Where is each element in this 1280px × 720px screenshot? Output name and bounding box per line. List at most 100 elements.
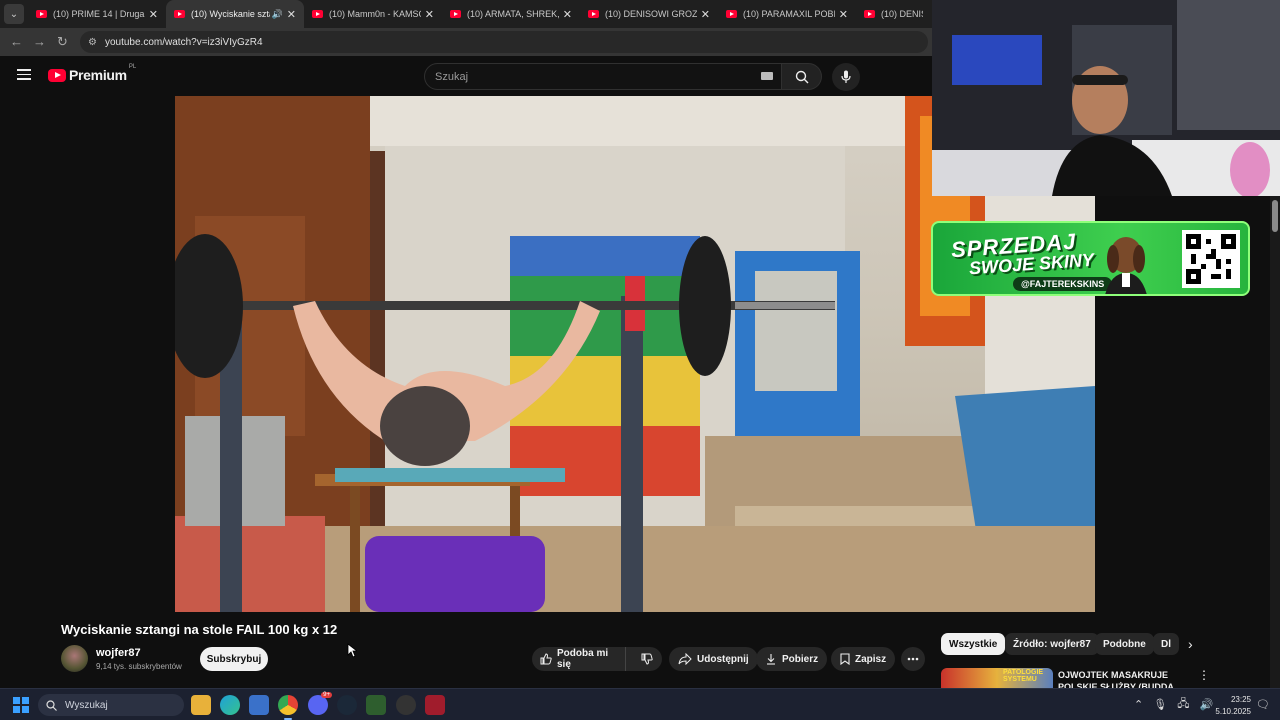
- share-icon: [678, 653, 692, 665]
- game-launcher-icon[interactable]: [425, 695, 445, 715]
- like-dislike-group: Podoba mi się: [532, 647, 662, 671]
- tab-title: (10) DENIS ZA: [881, 9, 923, 19]
- scrollbar-thumb[interactable]: [1272, 200, 1278, 232]
- close-tab-icon[interactable]: ✕: [287, 8, 296, 21]
- address-bar[interactable]: ⚙ youtube.com/watch?v=iz3iVIyGzR4: [80, 31, 928, 53]
- download-icon: [767, 654, 775, 665]
- microphone-tray-icon[interactable]: 🎙: [1153, 698, 1167, 711]
- chevron-right-icon[interactable]: ›: [1188, 636, 1193, 652]
- chrome-browser-icon[interactable]: [278, 695, 298, 720]
- taskbar-search-placeholder: Wyszukaj: [65, 699, 108, 711]
- keyboard-icon[interactable]: [761, 72, 773, 80]
- xbox-app-icon[interactable]: [366, 695, 386, 715]
- youtube-favicon-icon: [450, 10, 461, 18]
- like-button[interactable]: Podoba mi się: [532, 647, 627, 671]
- tab-search-chevron-icon[interactable]: ⌄: [4, 4, 24, 24]
- search-input[interactable]: Szukaj: [424, 63, 782, 90]
- page-scrollbar[interactable]: [1270, 196, 1280, 688]
- logo-region: PL: [128, 64, 137, 70]
- streamer-webcam-overlay: [932, 0, 1280, 196]
- search-button[interactable]: [782, 63, 822, 90]
- close-tab-icon[interactable]: ✕: [425, 8, 434, 21]
- search-placeholder: Szukaj: [435, 70, 469, 83]
- tab-title: (10) PARAMAXIL POBITY: [743, 9, 835, 19]
- youtube-header: Premium PL Szukaj: [0, 56, 932, 96]
- save-button[interactable]: Zapisz: [831, 647, 896, 671]
- channel-name[interactable]: wojfer87: [96, 647, 141, 659]
- tab-title: (10) Mamm0n - KAMSON: [329, 9, 421, 19]
- browser-tab[interactable]: (10) ARMATA, SHREK, JUR ✕: [442, 0, 580, 28]
- video-title: Wyciskanie sztangi na stole FAIL 100 kg …: [61, 622, 338, 637]
- close-tab-icon[interactable]: ✕: [149, 8, 158, 21]
- windows-start-icon[interactable]: [13, 697, 29, 713]
- chip-all[interactable]: Wszystkie: [941, 633, 1006, 655]
- browser-tab[interactable]: (10) Mamm0n - KAMSON ✕: [304, 0, 442, 28]
- browser-tab[interactable]: (10) DENISOWI GROZI DO ✕: [580, 0, 718, 28]
- channel-avatar[interactable]: [61, 645, 88, 672]
- dog-mascot-icon: [1105, 237, 1147, 294]
- tab-title: (10) ARMATA, SHREK, JUR: [467, 9, 559, 19]
- search-icon: [795, 70, 808, 83]
- clock-time: 23:25: [1230, 695, 1251, 704]
- system-tray: ⌃ 🎙 🖧 🔊: [1134, 695, 1213, 714]
- volume-icon[interactable]: 🔊: [1199, 698, 1213, 711]
- close-tab-icon[interactable]: ✕: [563, 8, 572, 21]
- share-button[interactable]: Udostępnij: [669, 647, 758, 671]
- network-icon[interactable]: 🖧: [1177, 695, 1189, 714]
- windows-taskbar: Wyszukaj 9+ ⌃ 🎙 🖧 🔊 23:25 5.10.2025 🗨: [0, 688, 1280, 720]
- youtube-play-icon: [48, 68, 66, 82]
- close-tab-icon[interactable]: ✕: [701, 8, 710, 21]
- url-text: youtube.com/watch?v=iz3iVIyGzR4: [104, 36, 263, 48]
- recommended-video-thumbnail[interactable]: PATOLOGIE SYSTEMU: [941, 668, 1053, 688]
- back-arrow-icon[interactable]: ←: [10, 34, 23, 49]
- site-info-icon[interactable]: ⚙: [88, 37, 97, 48]
- browser-tab-active[interactable]: (10) Wyciskanie sztang 🔊 ✕: [166, 0, 304, 28]
- browser-tab[interactable]: (10) PARAMAXIL POBITY ✕: [718, 0, 856, 28]
- microsoft-store-icon[interactable]: [249, 695, 269, 715]
- recommended-video-title[interactable]: OJWOJTEK MASAKRUJE POLSKIE SŁUŻBY (BUDDA: [1058, 669, 1198, 688]
- discord-icon[interactable]: 9+: [308, 692, 332, 715]
- edge-browser-icon[interactable]: [220, 695, 240, 715]
- bookmark-icon: [840, 653, 850, 665]
- logo-text: Premium: [69, 67, 127, 83]
- search-icon: [46, 699, 57, 711]
- browser-tab-strip: ⌄ (10) PRIME 14 | Druga KO ✕ (10) Wycisk…: [0, 0, 932, 28]
- obs-studio-icon[interactable]: [396, 695, 416, 715]
- browser-tab[interactable]: (10) PRIME 14 | Druga KO ✕: [28, 0, 166, 28]
- taskbar-search-input[interactable]: Wyszukaj: [38, 694, 184, 716]
- browser-tab[interactable]: (10) DENIS ZA: [856, 0, 931, 28]
- chip-more[interactable]: Dl: [1153, 633, 1179, 655]
- chip-source-channel[interactable]: Źródło: wojfer87: [1005, 633, 1099, 655]
- browser-toolbar: ← → ↻ ⚙ youtube.com/watch?v=iz3iVIyGzR4: [0, 28, 932, 56]
- thumbs-up-icon: [540, 653, 552, 665]
- close-tab-icon[interactable]: ✕: [839, 8, 848, 21]
- youtube-favicon-icon: [588, 10, 599, 18]
- chevron-up-icon[interactable]: ⌃: [1134, 698, 1143, 711]
- youtube-favicon-icon: [36, 10, 47, 18]
- more-horizontal-icon: [907, 657, 919, 661]
- youtube-logo[interactable]: Premium PL: [48, 64, 137, 83]
- thumbs-down-icon: [641, 653, 653, 665]
- taskbar-clock[interactable]: 23:25 5.10.2025: [1213, 694, 1251, 718]
- dislike-button[interactable]: [631, 647, 662, 671]
- notification-icon[interactable]: 🗨: [1256, 698, 1270, 711]
- youtube-favicon-icon: [726, 10, 737, 18]
- youtube-favicon-icon: [864, 10, 875, 18]
- subscribe-button[interactable]: Subskrybuj: [200, 647, 268, 671]
- youtube-favicon-icon: [312, 10, 323, 18]
- microphone-icon: [841, 70, 851, 83]
- chip-related[interactable]: Podobne: [1095, 633, 1154, 655]
- file-explorer-icon[interactable]: [191, 695, 211, 715]
- qr-code-icon: [1186, 234, 1236, 284]
- menu-icon[interactable]: [17, 69, 31, 80]
- more-vertical-icon[interactable]: ⋮: [1198, 668, 1210, 682]
- speaker-icon[interactable]: 🔊: [272, 9, 283, 20]
- more-actions-button[interactable]: [901, 647, 925, 671]
- download-button[interactable]: Pobierz: [756, 647, 828, 671]
- forward-arrow-icon[interactable]: →: [33, 34, 46, 49]
- thumbnail-tag: PATOLOGIE SYSTEMU: [1003, 669, 1044, 683]
- steam-icon[interactable]: [337, 695, 357, 715]
- voice-search-button[interactable]: [832, 63, 860, 91]
- reload-icon[interactable]: ↻: [57, 34, 68, 50]
- mouse-cursor-icon: [347, 643, 357, 658]
